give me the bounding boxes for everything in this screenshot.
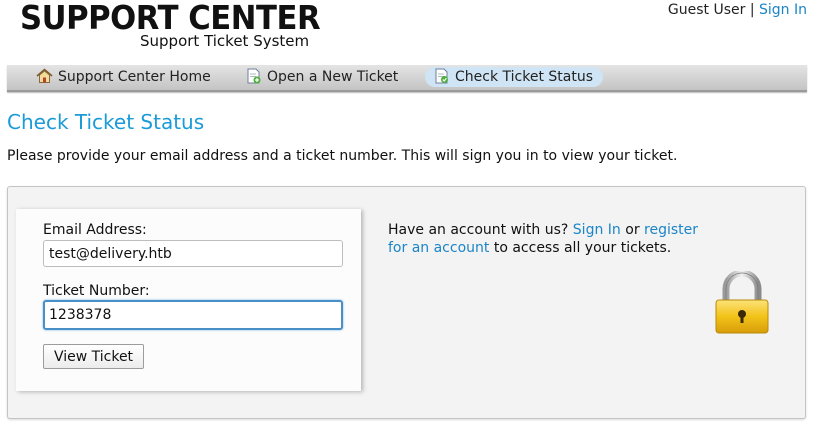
- user-bar: Guest User | Sign In: [668, 2, 807, 18]
- email-label: Email Address:: [43, 222, 147, 238]
- nav-item-label: Check Ticket Status: [455, 69, 593, 85]
- account-info: Have an account with us? Sign In or regi…: [388, 221, 708, 257]
- view-ticket-button[interactable]: View Ticket: [43, 344, 144, 369]
- logo-title: SUPPORT CENTER: [20, 0, 321, 37]
- ticket-number-label: Ticket Number:: [43, 283, 150, 299]
- ticket-status-icon: [435, 68, 448, 84]
- logo-subtitle: Support Ticket System: [140, 32, 310, 50]
- padlock-icon: [715, 271, 769, 334]
- info-text-2: or: [625, 222, 640, 238]
- page-title: Check Ticket Status: [7, 110, 205, 134]
- info-text-3: to access all your tickets.: [493, 240, 672, 256]
- ticket-number-field[interactable]: [43, 300, 343, 330]
- site-logo[interactable]: SUPPORT CENTER Support Ticket System: [20, 0, 343, 50]
- info-text-1: Have an account with us?: [388, 222, 569, 238]
- email-field[interactable]: [43, 240, 343, 267]
- info-sign-in-link[interactable]: Sign In: [573, 222, 621, 238]
- nav-item-label: Support Center Home: [58, 69, 211, 85]
- intro-text: Please provide your email address and a …: [7, 148, 678, 164]
- ticket-lookup-panel: Email Address: Ticket Number: View Ticke…: [7, 186, 806, 419]
- guest-user-label: Guest User: [667, 2, 746, 18]
- main-nav: Support Center Home Open a New Ticket Ch…: [7, 65, 807, 92]
- nav-item-open-ticket[interactable]: Open a New Ticket: [237, 67, 408, 87]
- nav-item-check-status[interactable]: Check Ticket Status: [425, 67, 603, 87]
- nav-item-label: Open a New Ticket: [267, 69, 399, 85]
- separator: |: [749, 2, 755, 18]
- header-sign-in-link[interactable]: Sign In: [759, 2, 807, 18]
- nav-item-home[interactable]: Support Center Home: [28, 67, 221, 87]
- home-icon: [36, 68, 53, 83]
- new-ticket-icon: [247, 68, 261, 84]
